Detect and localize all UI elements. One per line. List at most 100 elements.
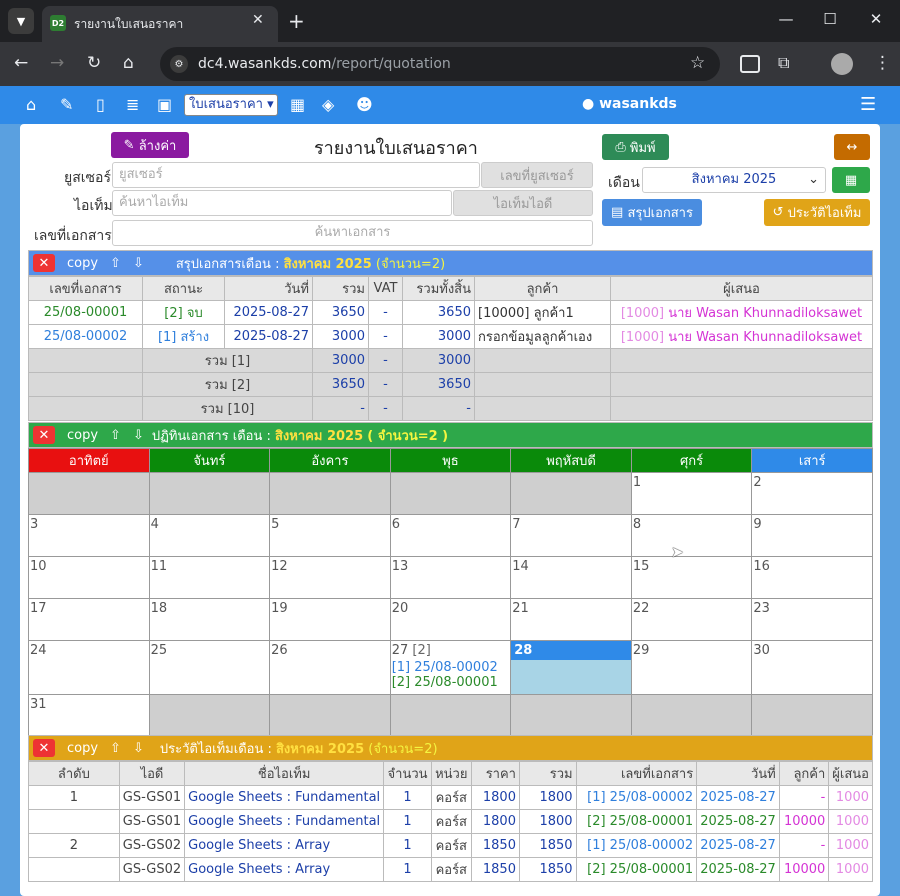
new-tab-icon[interactable]: +: [288, 9, 305, 33]
user-input[interactable]: ยูสเซอร์: [112, 162, 480, 188]
layers-icon[interactable]: ◈: [322, 95, 334, 114]
summary-button[interactable]: ▤ สรุปเอกสาร: [602, 199, 702, 226]
money-icon[interactable]: ▣: [157, 95, 172, 114]
edit-doc-icon[interactable]: ✎: [60, 95, 73, 114]
calendar-day-22[interactable]: 22: [630, 598, 753, 641]
calendar-day-5[interactable]: 5: [269, 514, 391, 557]
doc-search-input[interactable]: ค้นหาเอกสาร: [112, 220, 593, 246]
back-icon[interactable]: ←: [14, 53, 28, 73]
doc-number-cell[interactable]: [2] 25/08-00001: [575, 857, 698, 882]
calendar-day-29[interactable]: 29: [630, 640, 753, 695]
doc-number-cell[interactable]: [1] 25/08-00002: [575, 785, 698, 810]
maximize-icon[interactable]: ☐: [820, 10, 840, 28]
doc-number-cell[interactable]: 25/08-00001: [28, 300, 143, 325]
calendar-day-25[interactable]: 25: [148, 640, 271, 695]
calendar-button[interactable]: ▦: [832, 167, 870, 193]
copy-link[interactable]: copy: [67, 428, 98, 443]
clear-button[interactable]: ✎ ล้างค่า: [111, 132, 189, 158]
forward-icon[interactable]: →: [50, 53, 64, 73]
calendar-day-17[interactable]: 17: [28, 598, 150, 641]
site-info-icon[interactable]: ⚙: [170, 55, 188, 73]
calendar-day-15[interactable]: 15: [630, 556, 753, 599]
user-menu[interactable]: ● wasankds: [582, 96, 677, 112]
calendar-day-24[interactable]: 24: [28, 640, 150, 695]
close-section-icon[interactable]: ✕: [33, 254, 55, 272]
tab-search-icon[interactable]: ▼: [8, 8, 34, 34]
doc-number-cell[interactable]: [1] 25/08-00002: [575, 833, 698, 858]
move-down-icon[interactable]: ⇩: [133, 741, 144, 756]
calendar-day-16[interactable]: 16: [751, 556, 873, 599]
doc-number-cell[interactable]: 25/08-00002: [28, 324, 143, 349]
calendar-day-6[interactable]: 6: [389, 514, 512, 557]
copy-link[interactable]: copy: [67, 256, 98, 271]
calendar-week: 10 11 12 13 14 15 16: [28, 556, 873, 599]
calendar-day-28[interactable]: 28: [510, 640, 632, 695]
calendar-day-18[interactable]: 18: [148, 598, 271, 641]
calendar-day-4[interactable]: 4: [148, 514, 271, 557]
move-up-icon[interactable]: ⇧: [110, 256, 121, 271]
reload-icon[interactable]: ↻: [87, 53, 101, 73]
item-search-input[interactable]: ค้นหาไอเท็ม: [112, 190, 452, 216]
doc-number-cell[interactable]: [2] 25/08-00001: [575, 809, 698, 834]
minimize-icon[interactable]: —: [776, 10, 796, 28]
calendar-day-2[interactable]: 2: [751, 472, 873, 515]
calendar-day-1[interactable]: 1: [630, 472, 753, 515]
calendar-day-26[interactable]: 26: [269, 640, 391, 695]
item-name-cell[interactable]: Google Sheets : Fundamental: [184, 809, 385, 834]
calendar-doc-link[interactable]: [1] 25/08-00002: [391, 660, 511, 675]
calendar-day-19[interactable]: 19: [269, 598, 391, 641]
item-name-cell[interactable]: Google Sheets : Fundamental: [184, 785, 385, 810]
item-name-cell[interactable]: Google Sheets : Array: [184, 857, 385, 882]
calendar-day-9[interactable]: 9: [751, 514, 873, 557]
item-name-cell[interactable]: Google Sheets : Array: [184, 833, 385, 858]
list-doc-icon[interactable]: ≣: [126, 95, 139, 114]
vat-cell: -: [368, 348, 403, 373]
close-section-icon[interactable]: ✕: [33, 426, 55, 444]
browser-menu-icon[interactable]: ⋮: [874, 53, 891, 73]
calendar-day-12[interactable]: 12: [269, 556, 391, 599]
copy-link[interactable]: copy: [67, 741, 98, 756]
calendar-day-30[interactable]: 30: [751, 640, 873, 695]
move-down-icon[interactable]: ⇩: [133, 256, 144, 271]
calendar-day-13[interactable]: 13: [389, 556, 512, 599]
profile-avatar[interactable]: [831, 53, 853, 75]
calendar-day-20[interactable]: 20: [389, 598, 512, 641]
item-id-input[interactable]: ไอเท็มไอดี: [453, 190, 593, 216]
calendar-day-31[interactable]: 31: [28, 694, 150, 737]
move-up-icon[interactable]: ⇧: [110, 741, 121, 756]
home-nav-icon[interactable]: ⌂: [26, 95, 36, 114]
calendar-day-3[interactable]: 3: [28, 514, 150, 557]
url-input[interactable]: ⚙ dc4.wasankds.com/report/quotation ☆: [160, 47, 720, 81]
calendar-day-8[interactable]: 8: [630, 514, 753, 557]
home-icon[interactable]: ⌂: [123, 53, 134, 73]
bookmark-star-icon[interactable]: ☆: [690, 53, 705, 73]
browser-tab[interactable]: D2 รายงานใบเสนอราคา ✕: [42, 6, 278, 42]
calendar-day-10[interactable]: 10: [28, 556, 150, 599]
calendar-day-23[interactable]: 23: [751, 598, 873, 641]
window-close-icon[interactable]: ✕: [866, 10, 886, 28]
move-up-icon[interactable]: ⇧: [110, 428, 121, 443]
move-down-icon[interactable]: ⇩: [133, 428, 144, 443]
users-icon[interactable]: ☻: [356, 95, 373, 114]
calendar-day-21[interactable]: 21: [510, 598, 632, 641]
print-button[interactable]: ⎙ พิมพ์: [602, 134, 669, 160]
month-select[interactable]: สิงหาคม 2025 ⌄: [642, 167, 826, 193]
calendar-day-27[interactable]: 27 [2] [1] 25/08-00002 [2] 25/08-00001: [389, 640, 512, 695]
close-section-icon[interactable]: ✕: [33, 739, 55, 757]
calendar-doc-link[interactable]: [2] 25/08-00001: [391, 675, 511, 690]
extensions-icon[interactable]: ⧉: [778, 53, 789, 73]
calendar-day-11[interactable]: 11: [148, 556, 271, 599]
report-type-select[interactable]: ใบเสนอราคา ▾: [184, 94, 278, 116]
calendar-nav-icon[interactable]: ▦: [290, 95, 305, 114]
toggle-width-button[interactable]: ↔: [834, 134, 870, 160]
user-id-input[interactable]: เลขที่ยูสเซอร์: [481, 162, 593, 188]
hamburger-menu-icon[interactable]: ☰: [860, 94, 876, 115]
calendar-day-14[interactable]: 14: [510, 556, 632, 599]
cast-icon[interactable]: [740, 55, 760, 73]
tab-close-icon[interactable]: ✕: [252, 12, 264, 28]
col-header: VAT: [368, 276, 403, 301]
file-icon[interactable]: ▯: [96, 95, 105, 114]
summary-table: เลขที่เอกสาร สถานะ วันที่ รวม VAT รวมทั้…: [28, 276, 873, 421]
item-history-button[interactable]: ↺ ประวัติไอเท็ม: [764, 199, 870, 226]
calendar-day-7[interactable]: 7: [510, 514, 632, 557]
